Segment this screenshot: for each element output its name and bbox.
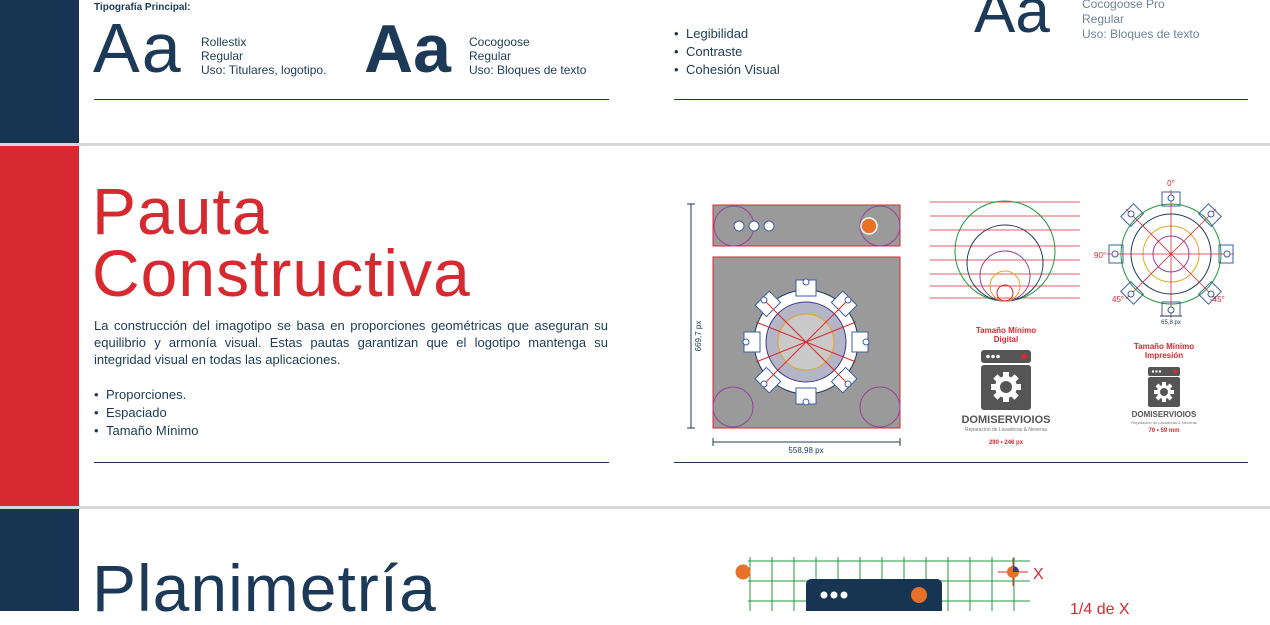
divider [674,462,1248,463]
angle-construction-diagram: 0° 90° 45° -45° 65,8 px [1094,179,1234,326]
logo-construction-diagram: 669,7 px 558,98 px [687,203,901,455]
section-separator [0,143,1270,146]
min-print-sub: Reparación de Lavadoras & Neveras [1131,420,1197,425]
measure-width-label: 558,98 px [788,446,823,455]
quarter-label: 1/4 de X [1070,601,1130,618]
font-sample-cocogoose-pro: Aa [974,0,1050,46]
angle-label-left: 90° [1094,251,1106,260]
list-item: Proporciones. [94,386,198,404]
font-sample-cocogoose: Aa [364,11,451,87]
section-separator [0,506,1270,509]
min-size-print-title: Tamaño Mínimo Impresión [1133,342,1195,360]
section-paragraph: La construcción del imagotipo se basa en… [94,318,608,367]
list-item: Legibilidad [674,25,780,43]
min-print-brand: DOMISERVIOIOS [1131,410,1197,419]
list-item: Tamaño Mínimo [94,422,198,440]
list-item: Contraste [674,43,780,61]
divider [94,99,609,100]
side-strip-pauta [0,146,79,506]
measure-height-label: 669,7 px [694,321,703,352]
font-use: Uso: Titulares, logotipo. [201,63,327,77]
logo-print-icon [1148,367,1180,407]
font-style: Regular [1082,12,1125,26]
min-digital-size: 290 • 246 px [988,440,1024,446]
min-digital-brand: DOMISERVIOIOS [961,414,1051,426]
divider [674,99,1248,100]
title-line: Pauta [92,174,270,248]
font-name: Cocogoose [469,35,530,49]
pauta-bullets: Proporciones. Espaciado Tamaño Mínimo [94,386,198,440]
min-digital-sub: Reparación de Lavadoras & Neveras [965,427,1047,433]
title-line: Constructiva [92,236,471,310]
font-use: Uso: Bloques de texto [469,63,587,77]
angle-label-top: 0° [1167,179,1175,188]
divider [94,462,609,463]
font-style: Regular [201,49,244,63]
font-name: Rollestix [201,35,247,49]
side-strip-top [0,0,79,143]
typography-bullets: Legibilidad Contraste Cohesión Visual [674,25,780,79]
min-size-digital-title: Tamaño Mínimo Digital [975,326,1037,344]
font-info-cocogoose: Cocogoose Regular Uso: Bloques de texto [469,35,586,77]
font-use: Uso: Bloques de texto [1082,27,1200,41]
angle-label-bottom-left: 45° [1112,295,1124,304]
small-measure-label: 65,8 px [1161,320,1181,326]
logo-digital-icon [981,350,1031,410]
planimetry-grid-diagram: X [735,557,1044,611]
circle-proportion-diagram [930,200,1080,302]
section-title: Planimetría [92,551,437,625]
font-sample-rollestix: Aa [93,9,183,87]
font-info-rollestix: Rollestix Regular Uso: Titulares, logoti… [201,35,326,77]
side-strip-plani [0,509,79,611]
font-info-cocogoose-pro: Cocogoose Pro Regular Uso: Bloques de te… [1082,0,1199,42]
min-print-size: 70 • 59 mm [1148,428,1180,434]
list-item: Cohesión Visual [674,61,780,79]
x-label: X [1033,566,1044,583]
font-style: Regular [469,49,512,63]
section-title: Pauta Constructiva [92,174,471,310]
list-item: Espaciado [94,404,198,422]
font-name: Cocogoose Pro [1082,0,1165,11]
